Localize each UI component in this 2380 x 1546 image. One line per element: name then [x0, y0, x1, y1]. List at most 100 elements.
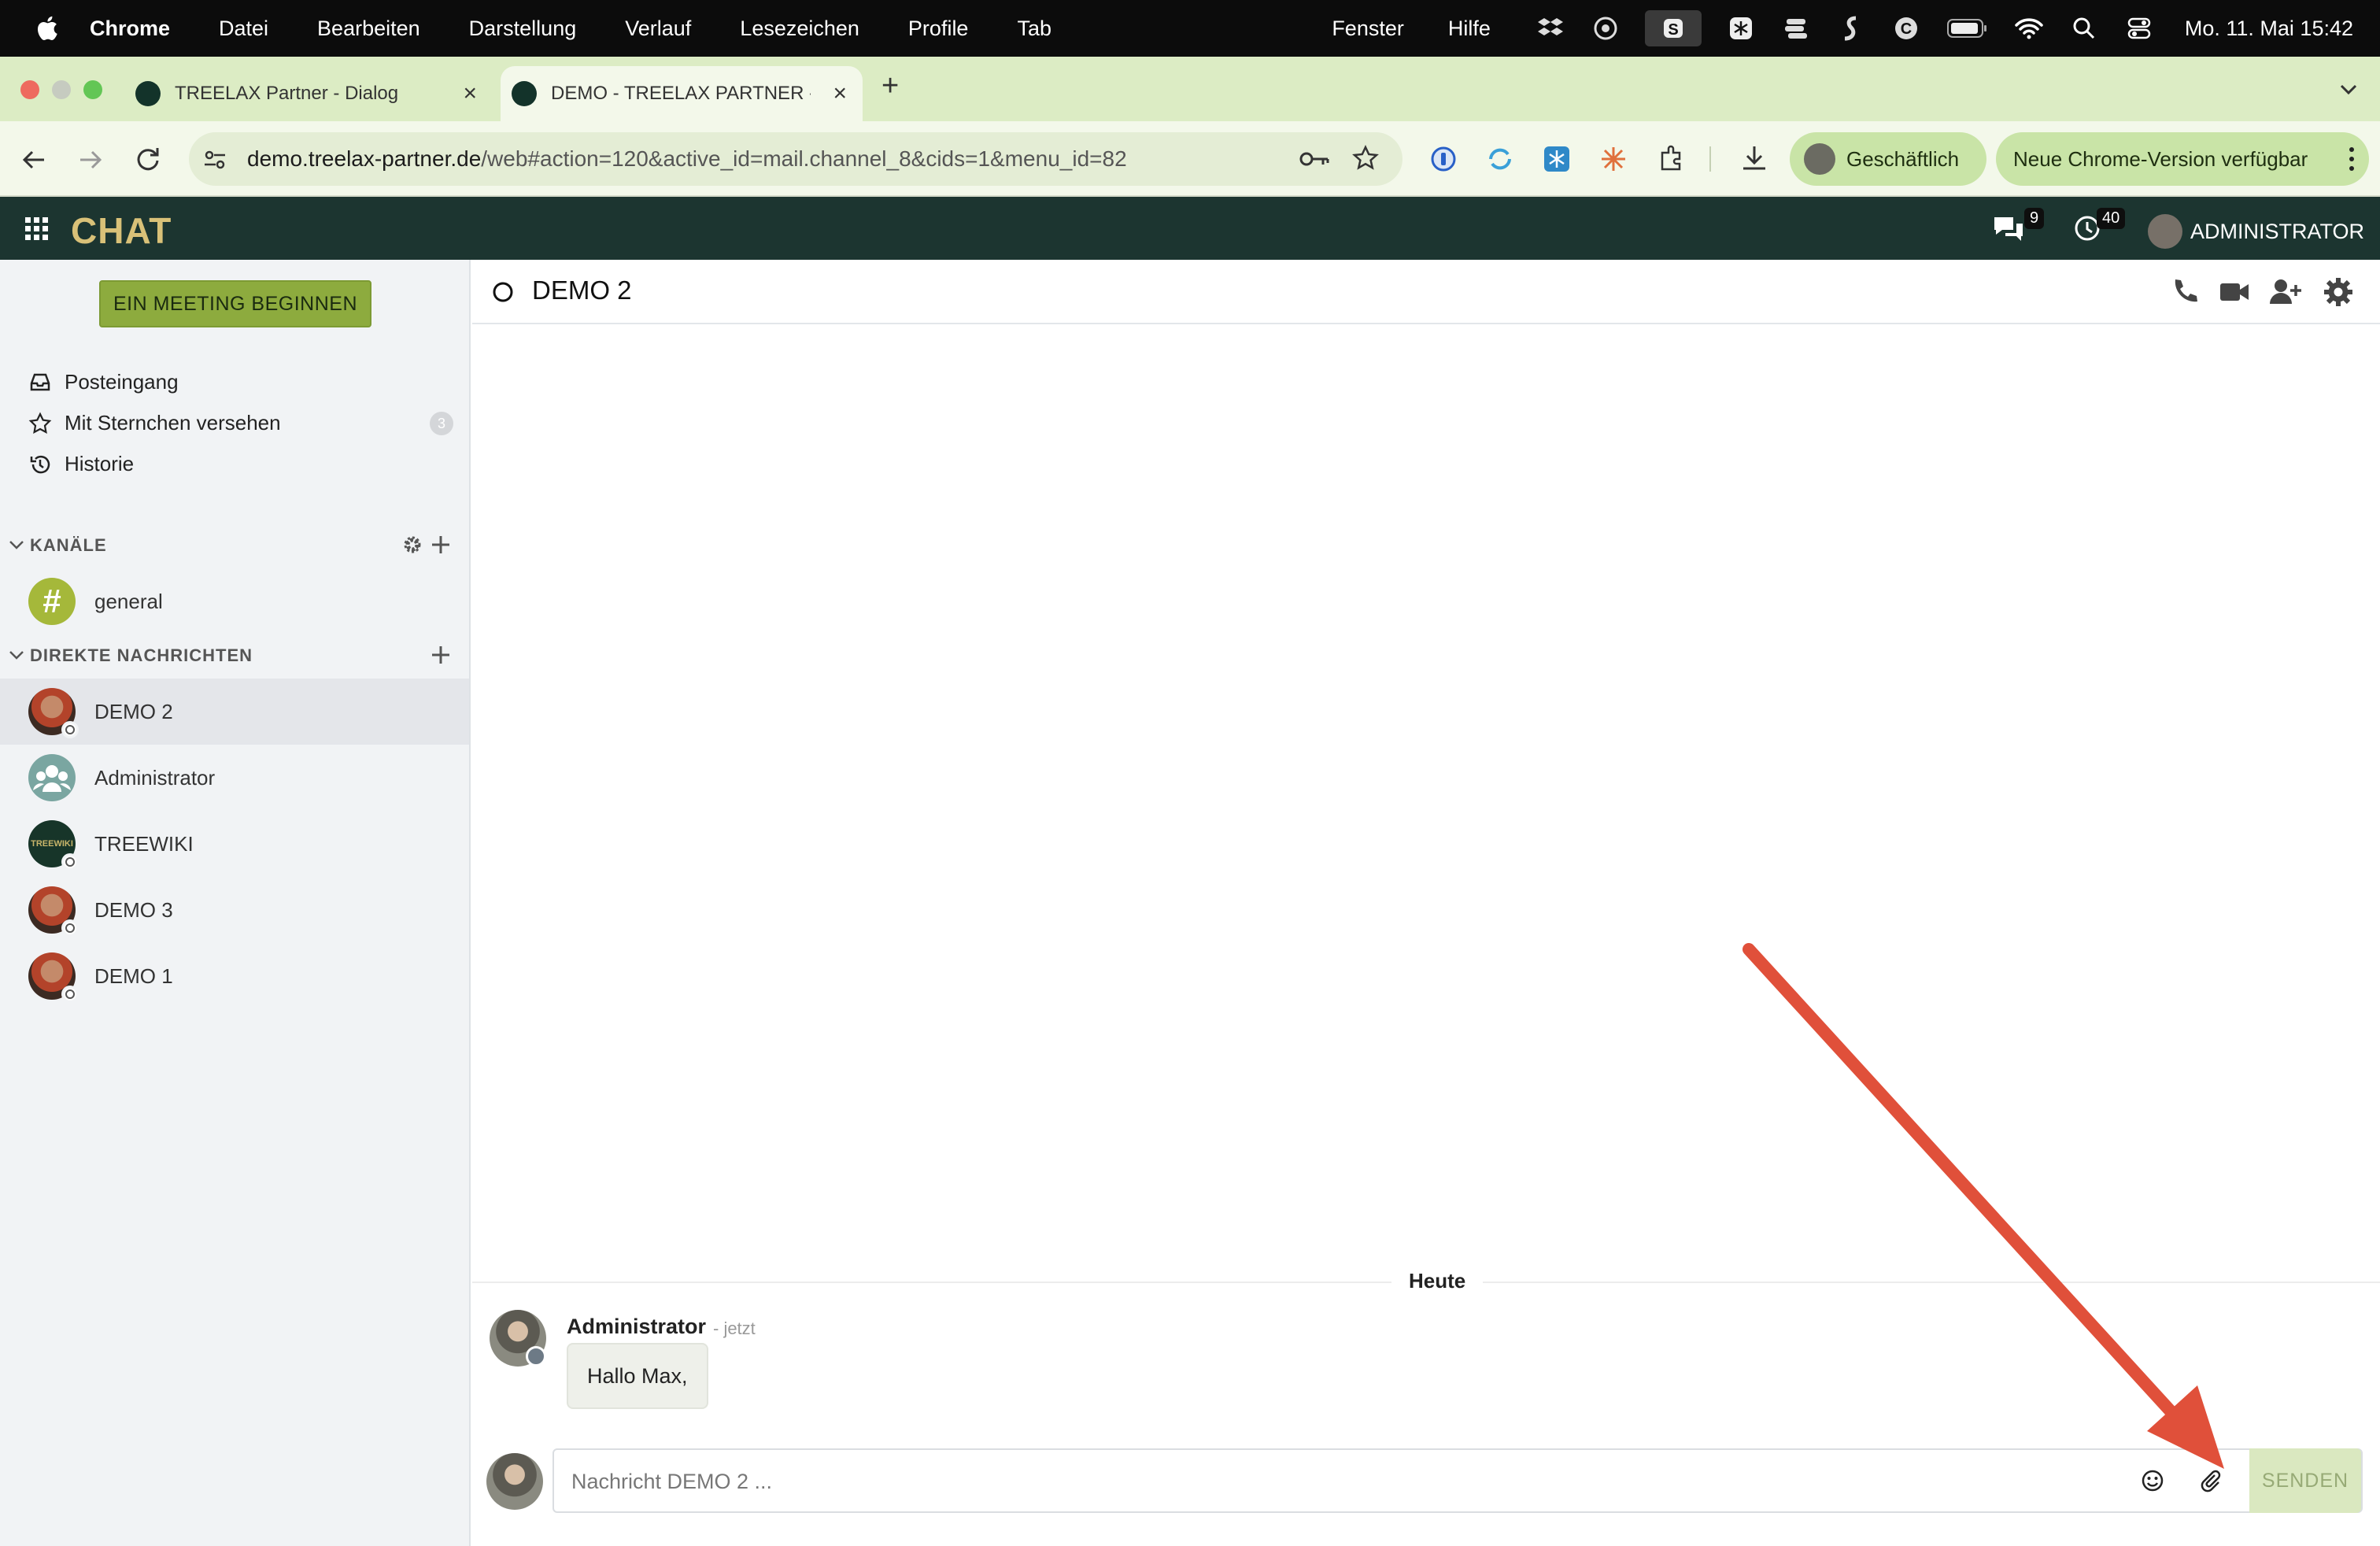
settings-gear-icon[interactable] — [2322, 276, 2355, 309]
dm-item-demo-3[interactable]: DEMO 3 — [0, 877, 469, 943]
snowflake-app-icon[interactable] — [1725, 13, 1757, 44]
chrome-update-button[interactable]: Neue Chrome-Version verfügbar — [1996, 132, 2369, 186]
dm-item-demo-1[interactable]: DEMO 1 — [0, 943, 469, 1009]
paperclip-attach-icon[interactable] — [2197, 1467, 2224, 1494]
dropbox-icon[interactable] — [1535, 13, 1566, 44]
sidebar-item-history[interactable]: Historie — [28, 452, 134, 476]
section-title: KANÄLE — [30, 535, 107, 555]
browser-tab-dialog[interactable]: TREELAX Partner - Dialog × — [126, 66, 493, 121]
c-app-icon[interactable]: C — [1890, 13, 1922, 44]
password-key-icon[interactable] — [1299, 148, 1330, 170]
new-tab-icon[interactable]: + — [881, 69, 899, 103]
app-title[interactable]: CHAT — [71, 209, 172, 252]
add-channel-plus-icon[interactable] — [430, 534, 452, 556]
address-bar[interactable]: demo.treelax-partner.de/web#action=120&a… — [189, 132, 1402, 186]
browser-tab-demo[interactable]: DEMO - TREELAX PARTNER - × — [501, 66, 863, 121]
message-composer — [552, 1448, 2363, 1513]
dm-name: DEMO 3 — [94, 897, 173, 922]
channel-item-general[interactable]: # general — [0, 568, 469, 634]
app-header: CHAT 9 40 ADMINISTRATOR — [0, 197, 2380, 260]
app-grid-icon[interactable] — [25, 217, 49, 241]
close-tab-icon[interactable]: × — [833, 80, 847, 107]
downloads-icon[interactable] — [1739, 143, 1769, 173]
window-zoom-button[interactable] — [83, 80, 102, 99]
menu-tab[interactable]: Tab — [1017, 17, 1051, 41]
message-text: Hallo Max, — [587, 1363, 688, 1388]
window-close-button[interactable] — [20, 80, 39, 99]
stack-icon[interactable] — [1780, 13, 1812, 44]
forward-icon[interactable] — [77, 146, 104, 173]
extension-snowflake-icon[interactable] — [1543, 145, 1571, 173]
menu-fenster[interactable]: Fenster — [1332, 17, 1404, 41]
bookmark-star-icon[interactable] — [1352, 145, 1379, 172]
url-text[interactable]: demo.treelax-partner.de/web#action=120&a… — [247, 146, 1127, 172]
sidebar-item-inbox[interactable]: Posteingang — [28, 370, 179, 394]
avatar — [1804, 143, 1835, 175]
emoji-icon[interactable] — [2139, 1467, 2166, 1494]
back-icon[interactable] — [20, 146, 47, 173]
dm-name: DEMO 1 — [94, 963, 173, 988]
close-tab-icon[interactable]: × — [463, 80, 477, 107]
video-call-icon[interactable] — [2218, 276, 2251, 309]
add-direct-message-plus-icon[interactable] — [430, 644, 452, 666]
tab-title: TREELAX Partner - Dialog — [175, 83, 399, 104]
star-icon — [28, 411, 52, 434]
send-button[interactable]: SENDEN — [2249, 1448, 2361, 1513]
url-path: /web#action=120&active_id=mail.channel_8… — [481, 146, 1127, 171]
extensions-puzzle-icon[interactable] — [1656, 143, 1686, 173]
profile-chip[interactable]: Geschäftlich — [1790, 132, 1986, 186]
avatar — [28, 952, 79, 1003]
message-input[interactable] — [571, 1464, 2098, 1499]
toolbar-divider — [1709, 146, 1711, 172]
site-settings-icon[interactable] — [203, 148, 227, 172]
treelax-favicon — [135, 81, 161, 106]
reload-icon[interactable] — [134, 145, 162, 173]
menu-datei[interactable]: Datei — [219, 17, 268, 41]
start-meeting-button[interactable]: EIN MEETING BEGINNEN — [99, 280, 371, 327]
menu-hilfe[interactable]: Hilfe — [1448, 17, 1491, 41]
wifi-icon[interactable] — [2013, 13, 2045, 44]
vpn-icon[interactable] — [1590, 13, 1621, 44]
inbox-icon — [30, 373, 50, 390]
offline-status-icon — [61, 721, 79, 738]
menu-app-name[interactable]: Chrome — [90, 17, 170, 41]
channel-settings-gear-icon[interactable] — [401, 534, 423, 556]
menu-verlauf[interactable]: Verlauf — [625, 17, 691, 41]
chat-bubbles-icon[interactable] — [1991, 213, 2026, 244]
dm-item-demo-2[interactable]: DEMO 2 — [0, 679, 469, 745]
dm-item-treewiki[interactable]: TREEWIKI TREEWIKI — [0, 811, 469, 877]
window-minimize-button[interactable] — [52, 80, 71, 99]
extension-claude-icon[interactable] — [1599, 145, 1628, 173]
thread-title[interactable]: DEMO 2 — [532, 276, 632, 305]
more-vert-icon[interactable] — [2349, 146, 2355, 172]
apple-icon[interactable] — [35, 14, 63, 43]
battery-icon[interactable] — [1946, 13, 1990, 44]
extension-1password-icon[interactable] — [1429, 145, 1458, 173]
spotlight-search-icon[interactable] — [2068, 13, 2100, 44]
dm-item-administrator[interactable]: Administrator — [0, 745, 469, 811]
message-timestamp: - jetzt — [713, 1319, 756, 1338]
control-center-icon[interactable] — [2123, 13, 2155, 44]
tab-search-chevron-icon[interactable] — [2339, 82, 2358, 98]
sidebar-item-starred[interactable]: Mit Sternchen versehen 3 — [28, 411, 453, 435]
extension-sync-icon[interactable] — [1486, 145, 1514, 173]
menu-darstellung[interactable]: Darstellung — [469, 17, 577, 41]
group-avatar-icon — [28, 754, 76, 801]
menu-bearbeiten[interactable]: Bearbeiten — [317, 17, 420, 41]
menu-profile[interactable]: Profile — [908, 17, 969, 41]
message-author[interactable]: Administrator — [567, 1315, 706, 1339]
avatar — [28, 886, 79, 937]
skype-icon[interactable]: S — [1644, 10, 1702, 46]
phone-call-icon[interactable] — [2168, 276, 2201, 309]
messages-count-badge: 9 — [2024, 208, 2045, 229]
add-user-icon[interactable] — [2268, 276, 2301, 309]
menu-lesezeichen[interactable]: Lesezeichen — [740, 17, 859, 41]
channels-section-header[interactable]: KANÄLE — [8, 535, 107, 556]
menubar-clock[interactable]: Mo. 11. Mai 15:42 — [2185, 17, 2353, 41]
activities-count-badge: 40 — [2097, 208, 2126, 229]
direct-messages-section-header[interactable]: DIREKTE NACHRICHTEN — [8, 645, 253, 666]
user-menu[interactable]: ADMINISTRATOR — [2147, 214, 2364, 249]
sync-app-icon[interactable] — [1835, 13, 1867, 44]
user-name: ADMINISTRATOR — [2190, 219, 2364, 243]
day-label: Heute — [1391, 1269, 1484, 1293]
